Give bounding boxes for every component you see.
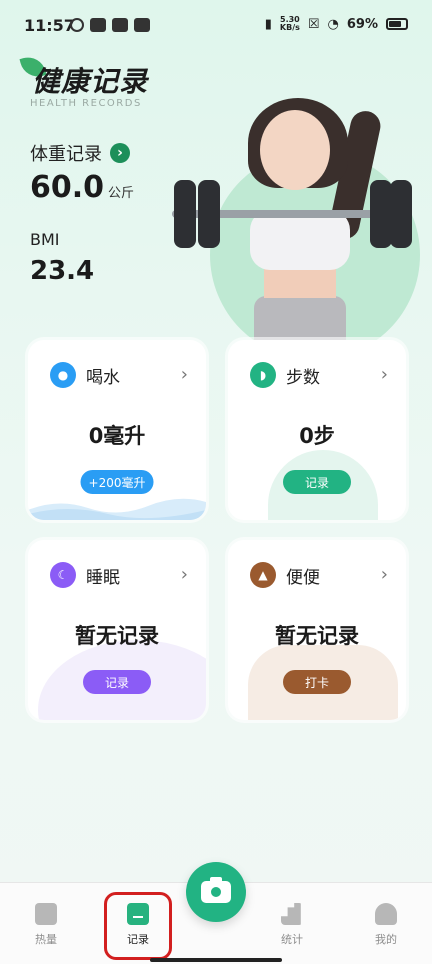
battery-icon [386,18,408,30]
weight-value: 60.0 公斤 [30,170,134,205]
status-right: ▮ 5.30 KB/s ☒ ◔ 69% [265,16,408,32]
add-water-button[interactable]: +200毫升 [80,470,154,494]
water-title: 喝水 [86,367,120,388]
status-time: 11:57 [24,16,75,35]
weight-record-title: 体重记录 [30,144,102,165]
tab-statistics[interactable]: 统计 [262,903,322,947]
barbell-plate [370,180,392,248]
home-indicator[interactable] [150,958,282,962]
tab-label: 统计 [281,933,303,946]
illustration-body [264,268,336,298]
barbell-plate [174,180,196,248]
water-drop-icon: ● [50,362,76,388]
chevron-right-icon[interactable]: › [181,364,188,385]
app-notification-icon [112,18,128,32]
moon-icon: ☾ [50,562,76,588]
app-notification-icon [90,18,106,32]
bmi-label: BMI [30,230,60,249]
illustration-face [260,110,330,190]
tab-profile[interactable]: 我的 [356,903,416,947]
vibrate-icon: ▮ [264,16,272,32]
sleep-card-header: ☾ 睡眠 [50,562,120,588]
water-card-header: ● 喝水 [50,362,120,388]
sleep-card[interactable]: ☾ 睡眠 › 暂无记录 记录 [28,540,206,720]
water-value: 0毫升 [88,424,146,448]
weight-number: 60.0 [30,170,105,205]
illustration-pants [254,296,346,340]
network-speed: 5.30 KB/s [279,15,300,32]
record-sleep-button[interactable]: 记录 [83,670,151,694]
app-notification-icon [134,18,150,32]
steps-card-header: ◗ 步数 [250,362,320,388]
tab-label: 我的 [375,933,397,946]
check-in-button[interactable]: 打卡 [283,670,351,694]
notification-icons [70,18,150,32]
camera-icon [201,877,231,903]
app-subtitle: HEALTH RECORDS [30,98,142,109]
sim-icon: ☒ [307,16,320,32]
user-icon [375,903,397,925]
sleep-value: 暂无记录 [75,624,159,648]
footprint-icon: ◗ [250,362,276,388]
chevron-right-icon[interactable]: › [381,564,388,585]
weight-record-link[interactable]: 体重记录 › [30,140,130,166]
app-notification-icon [70,18,84,32]
camera-button[interactable] [186,862,246,922]
wifi-icon: ◔ [327,16,339,32]
weight-unit: 公斤 [108,186,135,201]
barbell-plate [390,180,412,248]
poop-title: 便便 [286,567,320,588]
bar-chart-icon [281,903,301,925]
tab-label: 热量 [35,933,57,946]
steps-title: 步数 [286,367,320,388]
steps-value: 0步 [299,424,335,448]
record-steps-button[interactable]: 记录 [283,470,351,494]
scale-icon [35,903,57,925]
illustration-top [250,210,350,270]
bmi-value: 23.4 [30,256,95,286]
chevron-right-icon[interactable]: › [381,364,388,385]
barbell-plate [198,180,220,248]
chevron-right-icon: › [110,143,130,163]
water-card[interactable]: ● 喝水 › 0毫升 +200毫升 [28,340,206,520]
steps-card[interactable]: ◗ 步数 › 0步 记录 [228,340,406,520]
poop-icon: ▲ [250,562,276,588]
battery-percent: 69% [346,16,378,32]
status-bar: 11:57 ▮ 5.30 KB/s ☒ ◔ 69% [0,0,432,50]
fitness-girl-illustration [160,90,432,360]
poop-value: 暂无记录 [275,624,359,648]
poop-card-header: ▲ 便便 [250,562,320,588]
sleep-title: 睡眠 [86,567,120,588]
tab-calories[interactable]: 热量 [16,903,76,947]
app-title: 健康记录 [32,65,149,98]
highlight-frame [104,892,172,960]
poop-card[interactable]: ▲ 便便 › 暂无记录 打卡 [228,540,406,720]
chevron-right-icon[interactable]: › [181,564,188,585]
wave-decoration [28,498,206,520]
